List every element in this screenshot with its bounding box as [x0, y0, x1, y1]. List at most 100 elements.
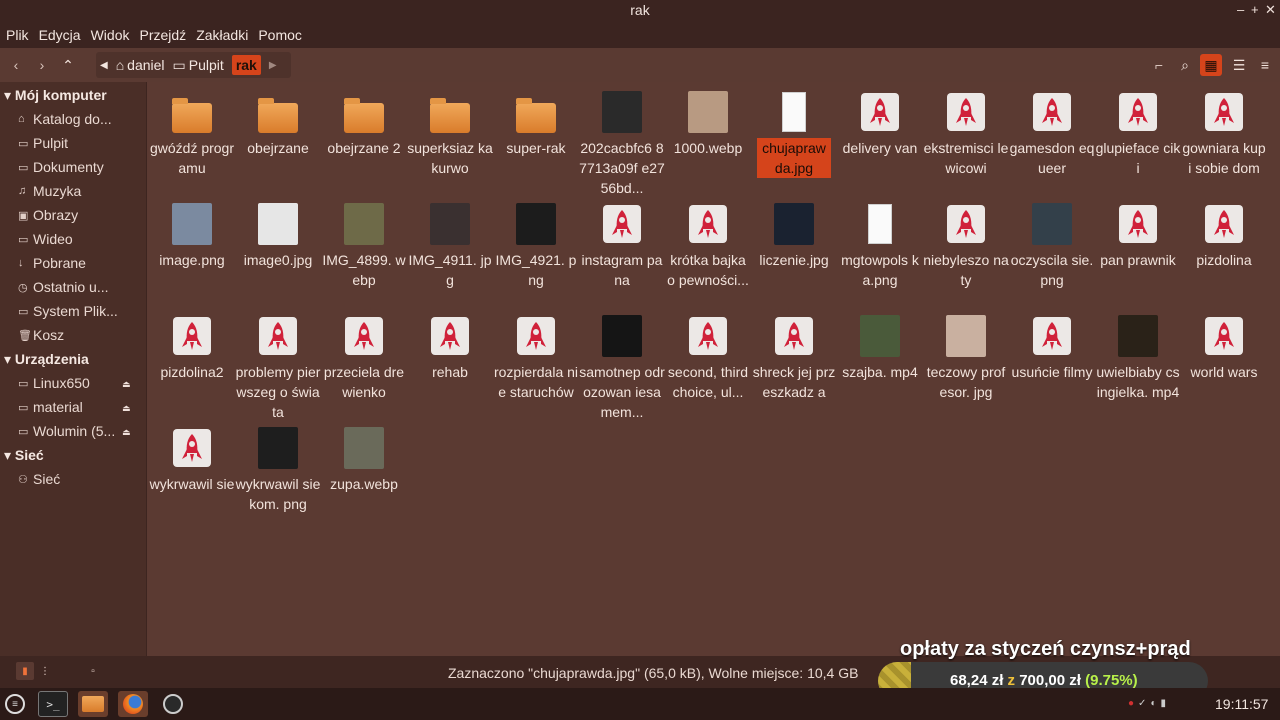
menu-przejdz[interactable]: Przejdź [140, 27, 187, 43]
file-item[interactable]: usuńcie filmy [1009, 314, 1095, 382]
file-item[interactable]: wykrwawil sie [149, 426, 235, 494]
icon-view-icon[interactable]: ▦ [1200, 54, 1222, 76]
folder-icon: ▭ [172, 56, 186, 73]
network-icon[interactable]: ✓ [1138, 698, 1150, 709]
file-item[interactable]: second, third choice, ul... [665, 314, 751, 402]
firefox-icon[interactable] [118, 691, 148, 717]
menu-zakladki[interactable]: Zakładki [196, 27, 248, 43]
search-icon[interactable]: ⌕ [1174, 54, 1196, 76]
file-item[interactable]: glupieface ciki [1095, 90, 1181, 178]
terminal-icon[interactable]: >_ [38, 691, 68, 717]
file-item[interactable]: 202cacbfc6 87713a09f e2756bd... [579, 90, 665, 198]
sidebar-item-documents[interactable]: ▭ Dokumenty [18, 159, 143, 175]
file-item[interactable]: mgtowpols ka.png [837, 202, 923, 290]
sidebar-item-music[interactable]: ♫ Muzyka [18, 183, 143, 199]
sidebar-item-desktop[interactable]: ▭ Pulpit [18, 135, 143, 151]
maximize-icon[interactable]: + [1251, 2, 1259, 17]
eject-icon[interactable]: ⏏ [122, 379, 131, 390]
file-item[interactable]: niebyleszo naty [923, 202, 1009, 290]
sidebar-item-filesystem[interactable]: ▭ System Plik... [18, 303, 143, 319]
file-item[interactable]: instagram pana [579, 202, 665, 290]
eject-icon[interactable]: ⏏ [122, 403, 131, 414]
menu-edycja[interactable]: Edycja [39, 27, 81, 43]
file-item[interactable]: image0.jpg [235, 202, 321, 270]
file-item[interactable]: IMG_4911. jpg [407, 202, 493, 290]
file-item[interactable]: shreck jej przeszkadz a [751, 314, 837, 402]
breadcrumb-rak[interactable]: rak [231, 55, 261, 75]
breadcrumb-daniel[interactable]: ⌂ daniel [116, 57, 165, 73]
tree-toggle-icon[interactable]: ⋮ [36, 662, 54, 680]
back-icon[interactable]: ‹ [6, 54, 26, 76]
tray-icon[interactable]: ● [1128, 698, 1138, 709]
file-item[interactable]: oczyscila sie.png [1009, 202, 1095, 290]
hide-sidebar-icon[interactable]: ▫ [84, 662, 102, 680]
close-icon[interactable]: ✕ [1265, 2, 1276, 18]
sidebar-section-devices[interactable]: ▾ Urządzenia [4, 351, 89, 368]
up-icon[interactable]: ⌃ [58, 54, 78, 76]
file-item[interactable]: wykrwawil siekom. png [235, 426, 321, 514]
folder-item[interactable]: obejrzane [235, 90, 321, 158]
battery-icon[interactable]: ▮ [1160, 698, 1170, 709]
rocket-file-icon [1202, 202, 1246, 246]
breadcrumb-pulpit[interactable]: ▭ Pulpit [173, 57, 224, 74]
file-item[interactable]: uwielbiaby csingielka. mp4 [1095, 314, 1181, 402]
list-view-icon[interactable]: ☰ [1228, 54, 1250, 76]
file-item[interactable]: szajba. mp4 [837, 314, 923, 382]
file-item[interactable]: delivery van [837, 90, 923, 158]
compact-view-icon[interactable]: ≡ [1254, 54, 1276, 76]
file-item[interactable]: gamesdon equeer [1009, 90, 1095, 178]
folder-item[interactable]: gwóźdź programu [149, 90, 235, 178]
file-item[interactable]: gowniara kupi sobie dom [1181, 90, 1267, 178]
file-item[interactable]: chujapraw da.jpg [751, 90, 837, 178]
file-item[interactable]: ekstremisci lewicowi [923, 90, 1009, 178]
folder-item[interactable]: obejrzane 2 [321, 90, 407, 158]
obs-icon[interactable] [158, 691, 188, 717]
eject-icon[interactable]: ⏏ [122, 427, 131, 438]
forward-icon[interactable]: › [32, 54, 52, 76]
sidebar-item-trash[interactable]: 🗑︎ Kosz [18, 327, 143, 343]
menu-plik[interactable]: Plik [6, 27, 29, 43]
menu-widok[interactable]: Widok [91, 27, 130, 43]
sidebar-section-computer[interactable]: ▾ Mój komputer [4, 87, 107, 104]
folder-item[interactable]: super-rak [493, 90, 579, 158]
file-item[interactable]: liczenie.jpg [751, 202, 837, 270]
file-name: image.png [159, 252, 225, 268]
file-name: przeciela drewienko [323, 364, 405, 400]
sidebar-item-pictures[interactable]: ▣ Obrazy [18, 207, 143, 223]
start-menu-icon[interactable]: ≡ [2, 691, 28, 717]
volume-icon[interactable]: ◐ [1150, 698, 1160, 709]
breadcrumb-left-icon[interactable]: ◀ [100, 60, 108, 71]
file-item[interactable]: krótka bajka o pewności... [665, 202, 751, 290]
file-item[interactable]: pizdolina2 [149, 314, 235, 382]
sidebar-section-network[interactable]: ▾ Sieć [4, 447, 44, 464]
file-item[interactable]: 1000.webp [665, 90, 751, 158]
sidebar-item-videos[interactable]: ▭ Wideo [18, 231, 143, 247]
minimize-icon[interactable]: – [1237, 2, 1244, 17]
file-item[interactable]: problemy pierwszeg o świata [235, 314, 321, 422]
file-item[interactable]: image.png [149, 202, 235, 270]
folder-item[interactable]: superksiaz kakurwo [407, 90, 493, 178]
sidebar-item-downloads[interactable]: ↓ Pobrane [18, 255, 143, 271]
file-name: niebyleszo naty [923, 252, 1009, 288]
file-manager-icon[interactable] [78, 691, 108, 717]
file-item[interactable]: teczowy profesor. jpg [923, 314, 1009, 402]
breadcrumb-right-icon[interactable]: ▶ [269, 60, 277, 71]
image-thumbnail [858, 314, 902, 358]
menu-pomoc[interactable]: Pomoc [258, 27, 302, 43]
file-item[interactable]: pan prawnik [1095, 202, 1181, 270]
toggle-path-icon[interactable]: ⌐ [1148, 54, 1170, 76]
sidebar-item-home[interactable]: ⌂ Katalog do... [18, 111, 143, 127]
file-item[interactable]: rozpierdala nie staruchów [493, 314, 579, 402]
file-item[interactable]: przeciela drewienko [321, 314, 407, 402]
places-toggle-icon[interactable]: ▮ [16, 662, 34, 680]
file-item[interactable]: world wars [1181, 314, 1267, 382]
file-item[interactable]: samotnep odrozowan iesamem... [579, 314, 665, 422]
file-item[interactable]: zupa.webp [321, 426, 407, 494]
file-item[interactable]: rehab [407, 314, 493, 382]
file-item[interactable]: IMG_4921. png [493, 202, 579, 290]
sidebar-item-recent[interactable]: ◷ Ostatnio u... [18, 279, 143, 295]
sidebar-item-network[interactable]: ⚇ Sieć [18, 471, 143, 487]
file-name: IMG_4921. png [495, 252, 577, 288]
file-item[interactable]: pizdolina [1181, 202, 1267, 270]
file-item[interactable]: IMG_4899. webp [321, 202, 407, 290]
